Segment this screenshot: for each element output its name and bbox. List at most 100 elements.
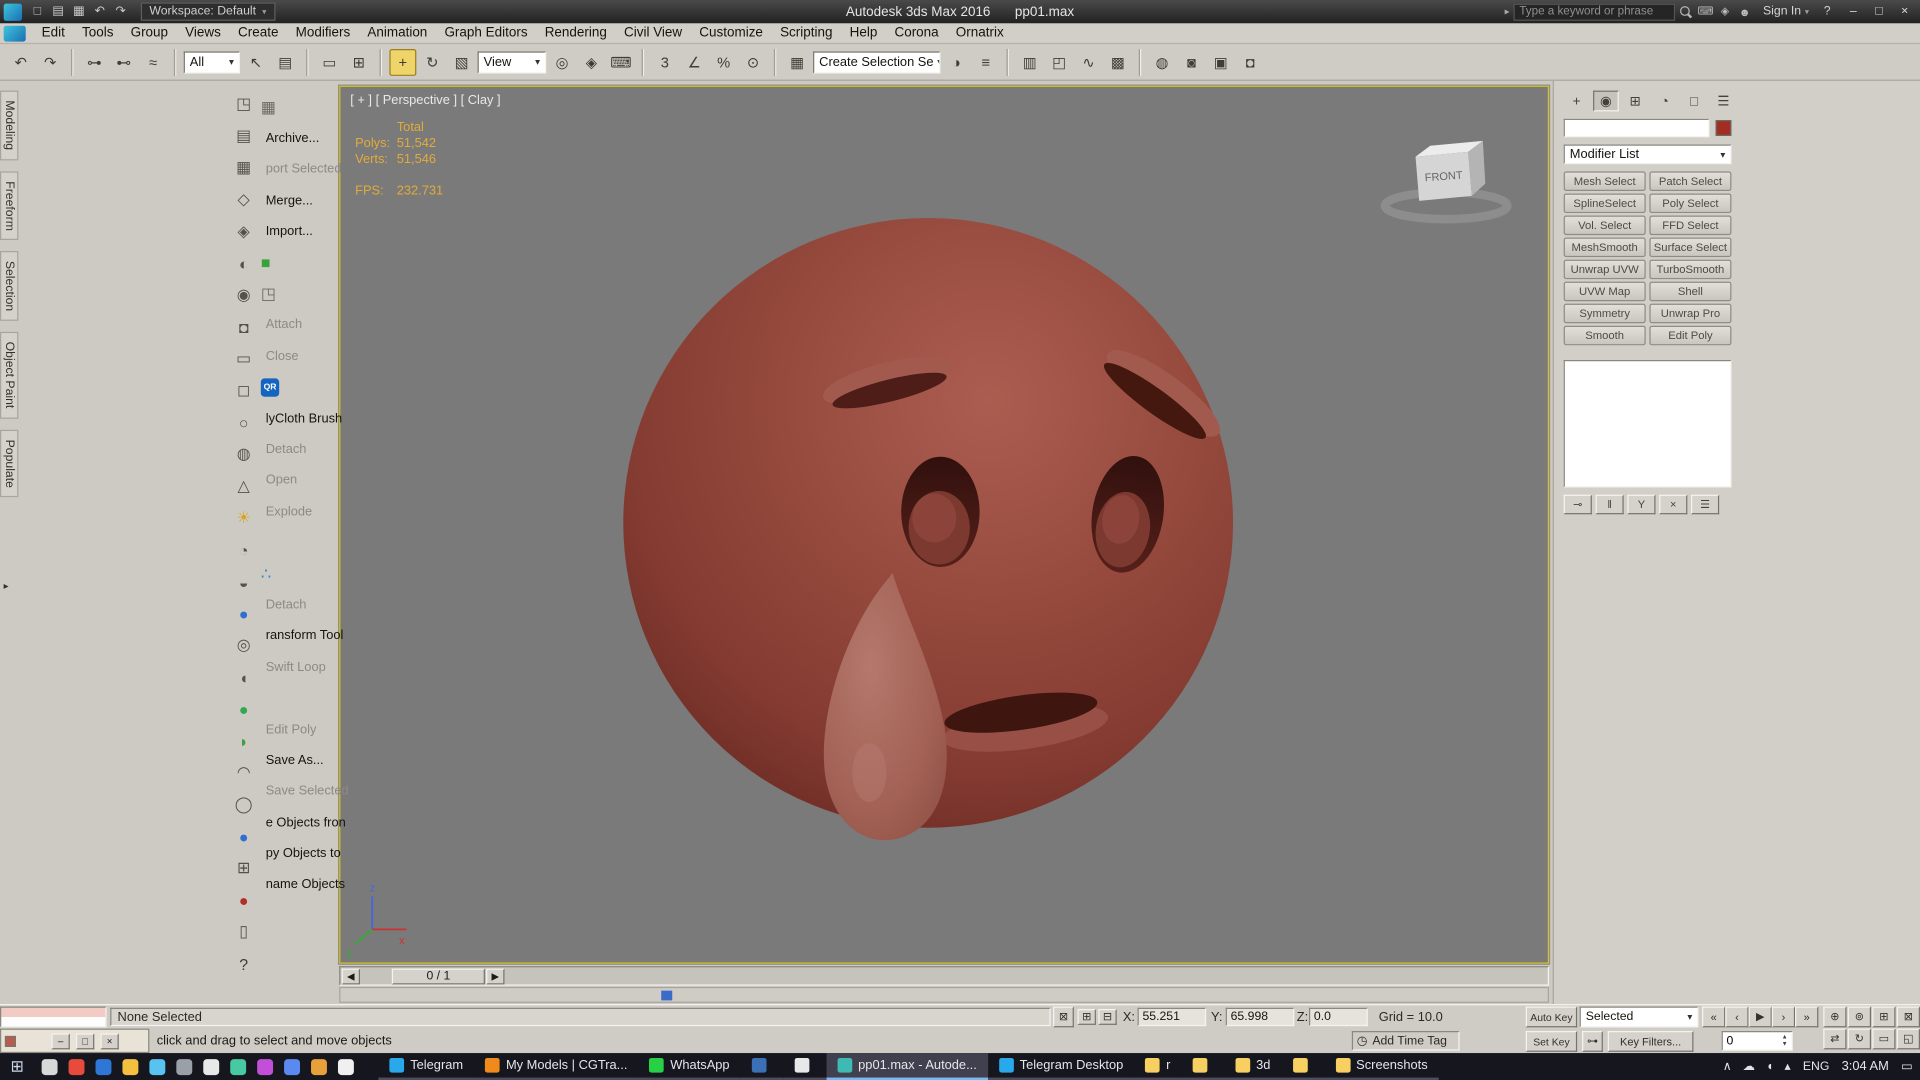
taskbar-folder-3d[interactable]: 3d <box>1224 1053 1282 1080</box>
viewport-label[interactable]: [ + ] [ Perspective ] [ Clay ] <box>350 93 500 108</box>
taskbar-telegram[interactable]: Telegram <box>378 1053 475 1080</box>
search-icon[interactable] <box>1679 5 1692 18</box>
absolute-mode-toggle[interactable]: ⊞ <box>1077 1008 1096 1025</box>
taskbar-app[interactable] <box>740 1053 784 1080</box>
edit-named-selection-sets-icon[interactable]: ▦ <box>784 48 811 75</box>
render-production-icon[interactable]: ◘ <box>1237 48 1264 75</box>
tab-utilities[interactable]: ☰ <box>1711 91 1737 112</box>
tool-icon[interactable]: ◗ <box>229 725 258 757</box>
archive-item[interactable]: Archive... <box>261 123 339 154</box>
tool-icon[interactable]: ? <box>229 948 258 980</box>
ribbon-tab[interactable]: Freeform <box>0 170 19 241</box>
tool-icon[interactable]: ☀ <box>229 502 258 534</box>
taskbar-browser[interactable]: My Models | CGTra... <box>474 1053 639 1080</box>
zoom-button[interactable]: ⊕ <box>1823 1006 1847 1028</box>
unlink-selection-icon[interactable]: ⊷ <box>110 48 137 75</box>
reference-coordinate-dropdown[interactable]: View <box>477 50 547 73</box>
y-coordinate-field[interactable] <box>1225 1007 1295 1027</box>
infocenter-icon[interactable]: ⌨ <box>1696 2 1716 20</box>
pin-stack-button[interactable]: ⊸ <box>1563 494 1592 515</box>
pinned-app-icon[interactable] <box>122 1058 139 1075</box>
menu-item[interactable]: Views <box>177 26 230 41</box>
menu-item[interactable]: Group <box>122 26 177 41</box>
tool-icon[interactable]: ◒ <box>229 566 258 598</box>
curve-editor-icon[interactable]: ∿ <box>1075 48 1102 75</box>
select-by-name-icon[interactable]: ▤ <box>272 48 299 75</box>
schematic-view-icon[interactable]: ▩ <box>1104 48 1131 75</box>
modifier-button[interactable]: Unwrap Pro <box>1649 303 1732 324</box>
rename-objects-item[interactable]: name Objects <box>261 869 345 900</box>
keyboard-shortcut-override-icon[interactable]: ⌨ <box>607 48 634 75</box>
search-input[interactable] <box>1513 3 1675 21</box>
taskbar-telegram-desktop[interactable]: Telegram Desktop <box>987 1053 1135 1080</box>
pinned-app-icon[interactable] <box>284 1058 301 1075</box>
close-button[interactable]: × <box>1892 2 1918 22</box>
select-object-icon[interactable]: ↖ <box>242 48 269 75</box>
tool-icon[interactable]: ◇ <box>229 184 258 216</box>
tab-modify[interactable]: ◉ <box>1593 90 1619 112</box>
ribbon-tab[interactable]: Populate <box>0 429 19 498</box>
volume-icon[interactable]: ◖ <box>1766 1060 1773 1073</box>
tool-icon[interactable]: ◉ <box>229 279 258 311</box>
selection-filter-dropdown[interactable]: All <box>183 50 241 73</box>
align-icon[interactable]: ≡ <box>972 48 999 75</box>
menu-row[interactable] <box>261 527 339 558</box>
minimized-floater-window[interactable]: – □ × <box>0 1028 150 1054</box>
select-and-manipulate-icon[interactable]: ◈ <box>578 48 605 75</box>
tool-icon[interactable]: ▤ <box>229 120 258 152</box>
z-coordinate-field[interactable] <box>1308 1007 1368 1027</box>
key-mode-dropdown[interactable]: Selected <box>1579 1006 1699 1028</box>
ribbon-tab[interactable]: Selection <box>0 251 19 322</box>
sign-in-button[interactable]: Sign In <box>1758 5 1814 18</box>
cloud-icon[interactable]: ☁ <box>1743 1060 1755 1073</box>
tool-icon[interactable]: ◳ <box>261 278 339 309</box>
orbit-button[interactable]: ↻ <box>1847 1028 1872 1050</box>
menu-item[interactable]: Edit <box>33 26 73 41</box>
workspace-dropdown[interactable]: Workspace: Default <box>140 2 276 21</box>
select-and-rotate-icon[interactable]: ↻ <box>419 48 446 75</box>
spinner-snap-icon[interactable]: ⊙ <box>740 48 767 75</box>
previous-frame-button[interactable]: ‹ <box>1725 1006 1749 1028</box>
taskbar-app[interactable] <box>783 1053 827 1080</box>
tool-icon[interactable]: ● <box>229 693 258 725</box>
tab-create[interactable]: + <box>1564 91 1590 112</box>
track-bar[interactable] <box>339 986 1549 1003</box>
menu-item[interactable]: Modifiers <box>287 26 359 41</box>
network-icon[interactable]: ▴ <box>1784 1060 1790 1073</box>
menu-item[interactable]: Ornatrix <box>947 26 1012 41</box>
material-editor-icon[interactable]: ◍ <box>1149 48 1176 75</box>
set-key-button[interactable]: Set Key <box>1525 1031 1578 1052</box>
tool-icon[interactable]: ● <box>229 598 258 630</box>
modifier-button[interactable]: MeshSmooth <box>1563 237 1646 258</box>
tool-icon[interactable]: ◎ <box>229 629 258 661</box>
pinned-app-icon[interactable] <box>337 1058 354 1075</box>
tool-icon[interactable]: ▯ <box>229 916 258 948</box>
window-crossing-icon[interactable]: ⊞ <box>345 48 372 75</box>
configure-modifier-sets-button[interactable]: ☰ <box>1691 494 1720 515</box>
app-logo-icon[interactable] <box>3 3 23 21</box>
app-menu-button[interactable] <box>3 25 26 42</box>
user-icon[interactable]: ☻ <box>1735 2 1755 20</box>
start-button[interactable]: ⊞ <box>0 1053 34 1080</box>
polycloth-brush-item[interactable]: lyCloth Brush <box>261 403 342 434</box>
menu-item[interactable]: Graph Editors <box>436 26 536 41</box>
snaps-toggle-icon[interactable]: 3 <box>651 48 678 75</box>
modifier-button[interactable]: TurboSmooth <box>1649 259 1732 280</box>
restore-button[interactable]: □ <box>1866 2 1892 22</box>
menu-item[interactable]: Create <box>229 26 287 41</box>
object-name-field[interactable] <box>1563 118 1710 138</box>
menu-item[interactable]: Rendering <box>536 26 615 41</box>
menu-row[interactable] <box>261 683 339 714</box>
pinned-app-icon[interactable] <box>176 1058 193 1075</box>
ribbon-expand-icon[interactable]: ▸ <box>4 580 9 591</box>
go-to-end-button[interactable]: » <box>1795 1006 1819 1028</box>
tool-icon[interactable]: △ <box>229 470 258 502</box>
pinned-app-icon[interactable] <box>311 1058 327 1075</box>
menu-item[interactable]: Tools <box>73 26 122 41</box>
dots-tool-icon[interactable]: ∴ <box>261 558 339 589</box>
tool-icon[interactable]: ⊞ <box>229 852 258 884</box>
tab-hierarchy[interactable]: ⊞ <box>1622 91 1648 112</box>
tool-icon[interactable]: ● <box>229 884 258 916</box>
modifier-button[interactable]: UVW Map <box>1563 281 1646 302</box>
pinned-app-icon[interactable] <box>203 1058 220 1075</box>
